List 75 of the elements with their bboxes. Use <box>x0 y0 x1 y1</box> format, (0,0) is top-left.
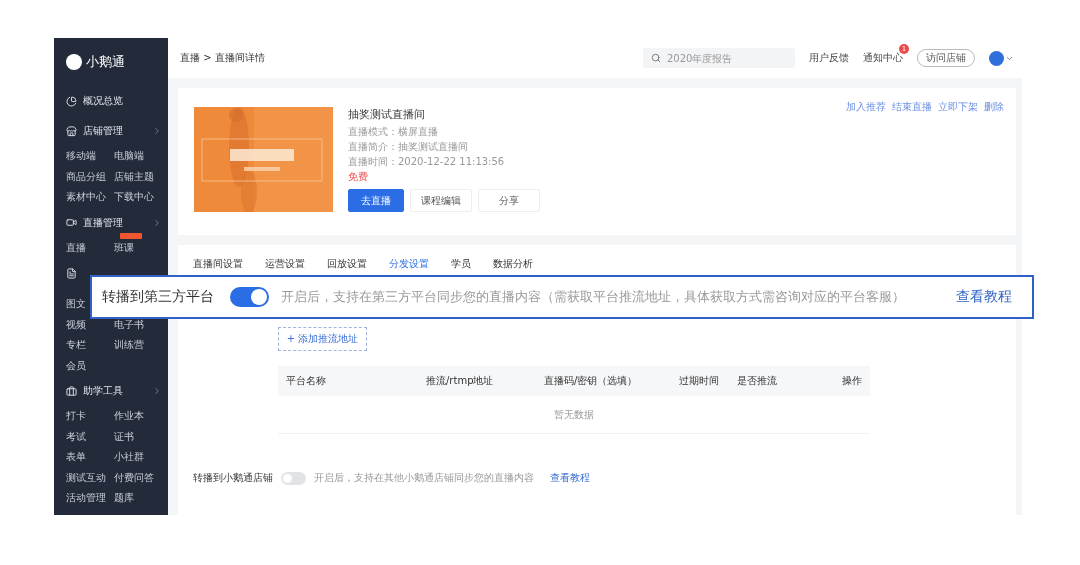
visit-store-button[interactable]: 访问店铺 <box>917 49 975 67</box>
store-icon <box>66 125 77 137</box>
breadcrumb: 直播 > 直播间详情 <box>180 51 265 65</box>
sidebar-item[interactable]: 素材中心 <box>66 191 106 203</box>
action-button[interactable]: 课程编辑 <box>410 189 472 212</box>
sidebar-item[interactable]: 打卡 <box>66 410 86 422</box>
add-stream-button[interactable]: + 添加推流地址 <box>278 327 367 351</box>
setting-description: 开启后，支持在其他小鹅通店铺同步您的直播内容 <box>314 471 534 485</box>
sidebar-item[interactable]: 电脑端 <box>114 150 144 162</box>
logo-text: 小鹅通 <box>86 53 125 71</box>
header-link[interactable]: 用户反馈 <box>809 52 849 63</box>
chevron-right-icon[interactable] <box>152 217 162 228</box>
setting-label: 转播到小鹅通店铺 <box>193 471 273 485</box>
column-header: 平台名称 <box>286 374 327 388</box>
tab[interactable]: 回放设置 <box>327 257 367 277</box>
chevron-right-icon[interactable] <box>152 126 162 136</box>
chevron-right-icon[interactable] <box>152 386 162 396</box>
tab[interactable]: 直播间设置 <box>193 257 243 277</box>
sidebar-section-title[interactable]: 店铺管理 <box>83 124 123 138</box>
room-meta: 直播时间：2020-12-22 11:13:56 <box>348 155 506 169</box>
sidebar-item[interactable]: 下载中心 <box>114 191 154 203</box>
sidebar-section-title[interactable]: 概况总览 <box>83 94 123 108</box>
sidebar-item[interactable]: 会员 <box>66 359 86 371</box>
room-meta: 直播简介：抽奖测试直播间 <box>348 140 469 154</box>
logo-icon <box>66 54 82 70</box>
tutorial-link[interactable]: 查看教程 <box>550 471 590 485</box>
setting-description: 开启后，支持在第三方平台同步您的直播内容（需获取平台推流地址，具体获取方式需咨询对应的平台客服） <box>281 288 905 306</box>
sidebar-item[interactable]: 表单 <box>66 451 86 463</box>
column-header: 操作 <box>842 374 862 388</box>
action-button[interactable]: 去直播 <box>348 189 404 212</box>
column-header: 直播码/密钥（选填） <box>544 374 639 388</box>
sidebar-item[interactable]: 题库 <box>114 492 134 504</box>
sidebar-section-title[interactable]: 直播管理 <box>83 215 123 230</box>
tab[interactable]: 学员 <box>451 257 471 277</box>
room-meta: 直播模式：横屏直播 <box>348 125 439 139</box>
sidebar-item[interactable]: 班课 <box>114 241 134 253</box>
sidebar-item[interactable]: 付费问答 <box>114 471 154 483</box>
tutorial-link[interactable]: 查看教程 <box>956 288 1012 306</box>
tab[interactable]: 运营设置 <box>265 257 305 277</box>
toggle-switch[interactable] <box>281 471 306 485</box>
header-link[interactable]: 通知中心 <box>863 52 903 63</box>
empty-message: 暂无数据 <box>554 407 594 422</box>
column-header: 推流/rtmp地址 <box>426 374 495 388</box>
sidebar-item[interactable]: 专栏 <box>66 339 86 351</box>
avatar[interactable] <box>989 50 1004 66</box>
briefcase-icon <box>66 385 77 397</box>
price: 免费 <box>348 170 369 184</box>
sidebar-item[interactable]: 移动端 <box>66 150 96 162</box>
sidebar-item[interactable]: 证书 <box>114 430 134 442</box>
video-icon <box>66 217 77 228</box>
sidebar-item[interactable]: 考试 <box>66 430 86 442</box>
sidebar-item[interactable]: 图文 <box>66 298 86 310</box>
sidebar-item[interactable]: 商品分组 <box>66 170 106 182</box>
sidebar-item[interactable]: 活动管理 <box>66 492 106 504</box>
setting-label: 转播到第三方平台 <box>102 288 214 306</box>
sidebar-item[interactable]: 测试互动 <box>66 471 106 483</box>
sidebar-item[interactable]: 小社群 <box>114 451 144 463</box>
sidebar-section-title[interactable]: 助学工具 <box>83 384 123 398</box>
tab[interactable]: 数据分析 <box>493 257 533 277</box>
sidebar-item[interactable]: 作业本 <box>114 410 144 422</box>
action-button[interactable]: 分享 <box>478 189 540 212</box>
search-icon <box>651 53 661 63</box>
sidebar-item[interactable]: 训练营 <box>114 339 144 351</box>
column-header: 是否推流 <box>737 374 778 388</box>
sidebar-item[interactable]: 视频 <box>66 318 86 330</box>
tab[interactable]: 分发设置 <box>389 257 429 277</box>
column-header: 过期时间 <box>679 374 720 388</box>
toggle-switch[interactable] <box>230 287 269 307</box>
room-title: 抽奖测试直播间 <box>348 107 426 122</box>
sidebar-item[interactable]: 店铺主题 <box>114 170 154 182</box>
pie-chart-icon <box>66 95 77 107</box>
sidebar-item[interactable]: 直播 <box>66 241 86 253</box>
sidebar-item[interactable]: 电子书 <box>114 318 144 330</box>
document-icon <box>66 267 77 279</box>
search-field[interactable]: 2020年度报告 <box>643 48 795 68</box>
